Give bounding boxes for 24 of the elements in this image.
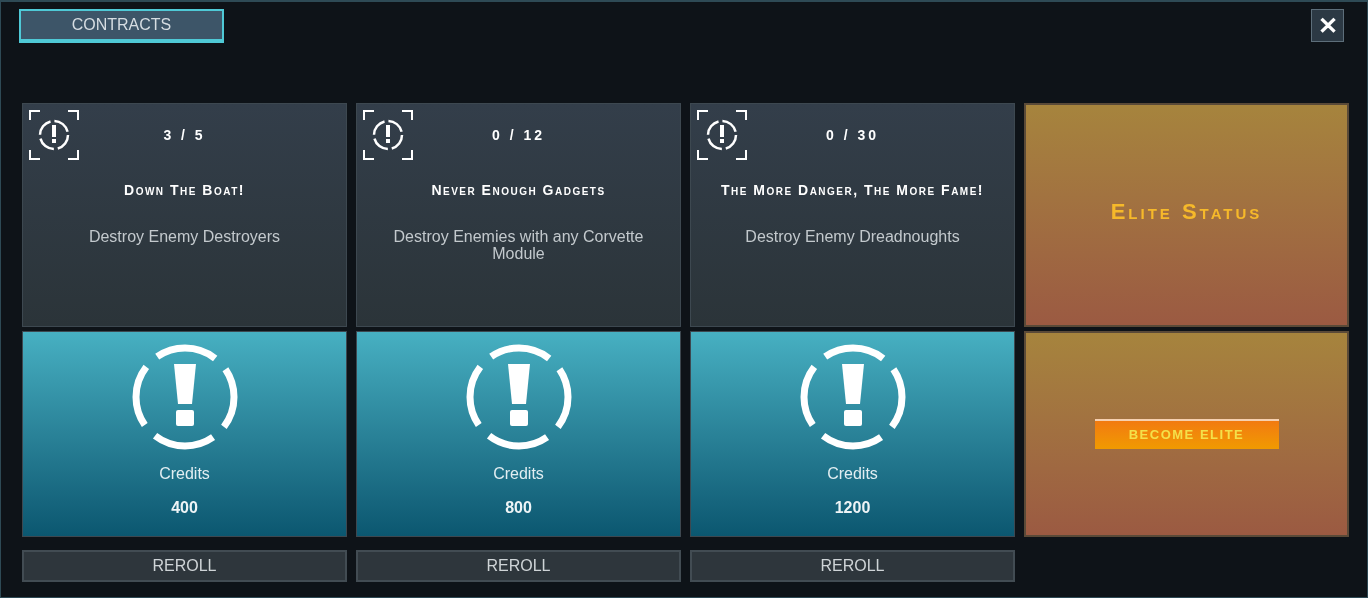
reward-amount: 800 — [505, 498, 532, 518]
reward-label: Credits — [827, 464, 878, 484]
alert-icon — [29, 110, 79, 160]
contract-title: Never Enough Gadgets — [431, 181, 606, 200]
elite-title: Elite Status — [1110, 197, 1263, 226]
reroll-button[interactable]: REROLL — [22, 550, 347, 582]
tab[interactable]: CONTRACTS — [19, 9, 224, 43]
reward-amount: 1200 — [834, 498, 871, 518]
reward-label: Credits — [159, 464, 210, 484]
reroll-button[interactable]: REROLL — [356, 550, 681, 582]
alert-icon — [697, 110, 747, 160]
progress-counter: 0 / 30 — [825, 125, 880, 145]
contract-description: Destroy Enemies with any Corvette Module — [392, 228, 645, 262]
reroll-button[interactable]: REROLL — [690, 550, 1015, 582]
alert-icon — [363, 110, 413, 160]
close-button[interactable]: ✕ — [1311, 9, 1344, 42]
contract-description: Destroy Enemy Dreadnoughts — [744, 228, 961, 245]
progress-counter: 0 / 12 — [491, 125, 546, 145]
reward-label: Credits — [493, 464, 544, 484]
contract-description: Destroy Enemy Destroyers — [87, 228, 282, 245]
reward-amount: 400 — [171, 498, 198, 518]
contract-title: Down The Boat! — [124, 181, 245, 200]
progress-counter: 3 / 5 — [162, 125, 207, 145]
contract-title: The More Danger, The More Fame! — [720, 181, 985, 200]
